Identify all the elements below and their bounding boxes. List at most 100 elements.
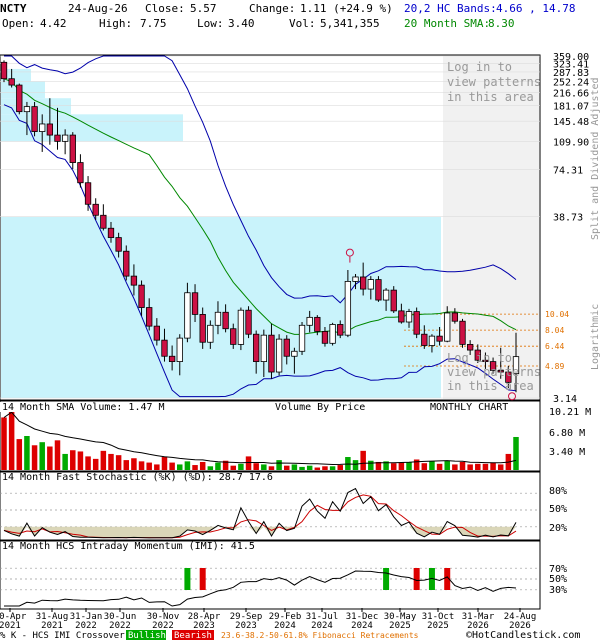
candle	[16, 83, 23, 115]
price-tick-8: 74.31	[553, 166, 583, 177]
candle	[390, 286, 397, 313]
high-label: High:	[99, 17, 132, 30]
candle	[413, 307, 420, 339]
volume-bar	[337, 465, 343, 470]
candle	[0, 60, 8, 83]
volume-bar	[115, 455, 122, 470]
volume-bar	[215, 462, 221, 470]
volume-bar	[131, 458, 137, 470]
imi-panel: 14 Month HCS Intraday Momentum (IMI): 41…	[0, 540, 567, 610]
x-axis: 30-Apr202131-Aug202131-Jan202230-Jun2022…	[0, 608, 536, 631]
imi-title: 14 Month HCS Intraday Momentum (IMI): 41…	[2, 541, 255, 552]
stoch-tick-50: 50%	[549, 504, 567, 515]
crossover-bull	[184, 568, 191, 590]
patterns-shade	[443, 56, 539, 399]
price-tick-6: 145.48	[553, 117, 589, 128]
imi-tick-30: 30%	[549, 585, 567, 596]
volume-bar	[177, 464, 183, 470]
volume-bar	[497, 464, 504, 470]
volume-bar	[421, 463, 428, 470]
bands-value: 4.66 , 14.78	[496, 2, 575, 15]
volume-bar	[268, 466, 275, 470]
x-label-year-3: 2022	[109, 621, 131, 631]
x-label-year-11: 2025	[427, 621, 449, 631]
volume-bar	[261, 464, 267, 470]
close-label: Close:	[145, 2, 185, 15]
volume-bar	[169, 462, 175, 470]
vbp-label: Volume By Price	[275, 402, 365, 413]
period-label: MONTHLY CHART	[430, 402, 508, 413]
volume-bar	[77, 451, 84, 470]
change-label: Change:	[249, 2, 295, 15]
volume-bar	[467, 464, 473, 470]
volume-bar	[85, 456, 91, 470]
x-label-year-6: 2023	[235, 621, 257, 631]
symbol: NCTY	[0, 2, 27, 15]
volume-bar	[482, 463, 489, 470]
vbp-zone-0	[1, 216, 441, 398]
volume-bar	[513, 436, 519, 470]
price-tick-9: 38.73	[553, 213, 583, 224]
volume-bar	[192, 465, 198, 470]
volume-panel: 14 Month SMA Volume: 1.47 M Volume By Pr…	[0, 400, 591, 472]
volume-bar	[70, 450, 76, 470]
volume-bar	[230, 465, 237, 470]
crossover-bear	[199, 568, 206, 590]
stochastic-panel: 14 Month Fast Stochastic (%K) (%D): 28.7…	[0, 471, 567, 541]
volume-bar	[406, 461, 412, 470]
price-tick-10: 3.14	[553, 394, 577, 405]
volume-bar	[413, 459, 420, 470]
bearish-label: Bearish	[174, 631, 212, 640]
volume-bar	[39, 442, 45, 470]
patterns-note-line3: in this area	[447, 90, 534, 104]
volume-bar	[245, 456, 252, 470]
open-value: 4.42	[40, 17, 67, 30]
fib-label-2: 6.44	[545, 342, 564, 351]
volume-bar	[62, 453, 68, 470]
k-crossover-text: % K - HCS IMI Crossover:	[0, 631, 130, 640]
price-tick-5: 181.07	[553, 101, 589, 112]
candle	[31, 101, 38, 137]
vol-value: 5,341,355	[320, 17, 380, 30]
footer-legend: % K - HCS IMI Crossover: Bullish Bearish…	[0, 630, 580, 640]
volume-bar	[92, 458, 99, 470]
volume-bar	[138, 461, 145, 470]
close-value: 5.57	[190, 2, 217, 15]
price-tick-3: 252.24	[553, 77, 589, 88]
volume-bar	[329, 466, 336, 470]
x-label-year-9: 2024	[351, 621, 373, 631]
candle	[375, 276, 382, 302]
volume-title: 14 Month SMA Volume: 1.47 M	[2, 402, 165, 413]
patterns-note2-line2: view patterns	[447, 365, 541, 379]
fib-label-1: 8.04	[545, 326, 564, 335]
high-value: 7.75	[140, 17, 167, 30]
fib-legend: 23.6-38.2-50-61.8% Fibonacci Retracement…	[221, 631, 419, 640]
fib-labels: 10.04 8.04 6.44 4.89	[545, 310, 569, 371]
stoch-tick-20: 20%	[549, 523, 567, 534]
x-label-year-0: 2021	[0, 621, 21, 631]
fib-label-3: 4.89	[545, 362, 564, 371]
volume-bar	[452, 464, 458, 470]
volume-bar	[1, 417, 7, 470]
price-panel: Log in to view patterns in this area Log…	[0, 54, 541, 401]
volume-bar	[475, 463, 481, 470]
volume-bar	[306, 465, 313, 470]
vol-tick-3: 3.40 M	[549, 447, 585, 458]
volume-bar	[16, 439, 23, 470]
chart-header: NCTY 24-Aug-26 Close: 5.57 Change: 1.11 …	[0, 2, 575, 30]
volume-bar	[108, 453, 114, 470]
crossover-bear	[413, 568, 420, 590]
vol-tick-1: 10.21 M	[549, 407, 591, 418]
price-tick-4: 216.66	[553, 88, 589, 99]
fib-label-0: 10.04	[545, 310, 569, 319]
low-label: Low:	[197, 17, 224, 30]
patterns-note2-line3: in this area	[447, 379, 534, 393]
bands-label: 20,2 HC Bands:	[404, 2, 497, 15]
volume-bar	[161, 457, 168, 470]
volume-bar	[100, 450, 107, 470]
log-label: Logarithmic	[590, 304, 600, 370]
volume-bar	[444, 460, 450, 470]
price-tick-7: 109.90	[553, 137, 589, 148]
x-label-year-8: 2024	[311, 621, 333, 631]
volume-bar	[299, 466, 305, 470]
